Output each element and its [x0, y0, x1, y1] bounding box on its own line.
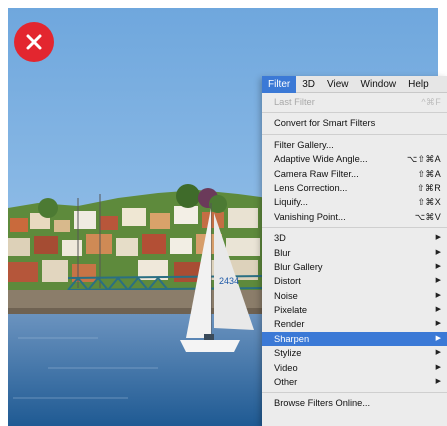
submenu-arrow-icon: ▶: [435, 306, 441, 314]
submenu-arrow-icon: ▶: [435, 248, 441, 256]
separator: [262, 227, 447, 229]
submenu-arrow-icon: ▶: [435, 363, 441, 371]
menu-item-last-filter: Last Filter ^⌘F: [274, 97, 441, 107]
menu-window[interactable]: Window: [355, 76, 403, 93]
menu-item-stylize[interactable]: Stylize ▶: [262, 346, 447, 360]
submenu-arrow-icon: ▶: [435, 262, 441, 270]
menu-item-vanishing-point[interactable]: Vanishing Point... ⌥⌘V: [262, 210, 447, 224]
menu-view[interactable]: View: [321, 76, 355, 93]
close-badge[interactable]: [14, 22, 54, 62]
menubar: Filter 3D View Window Help: [262, 76, 447, 93]
menu-item-blur[interactable]: Blur ▶: [262, 246, 447, 260]
menu-item-sharpen[interactable]: Sharpen ▶: [262, 331, 447, 347]
menu-help[interactable]: Help: [402, 76, 435, 93]
menu-item-noise[interactable]: Noise ▶: [262, 289, 447, 303]
submenu-arrow-icon: ▶: [435, 349, 441, 357]
separator: [262, 133, 447, 135]
menu-item-lens-correction[interactable]: Lens Correction... ⇧⌘R: [262, 181, 447, 195]
submenu-arrow-icon: ▶: [435, 277, 441, 285]
menu-item-blur-gallery[interactable]: Blur Gallery ▶: [262, 260, 447, 274]
submenu-arrow-icon: ▶: [435, 320, 441, 328]
menu-item-filter-gallery[interactable]: Filter Gallery...: [262, 138, 447, 152]
menu-item-adaptive-wide-angle[interactable]: Adaptive Wide Angle... ⌥⇧⌘A: [262, 152, 447, 166]
menu-item-other[interactable]: Other ▶: [262, 375, 447, 389]
separator: [262, 112, 447, 114]
menu-item-browse-filters-online[interactable]: Browse Filters Online...: [262, 396, 447, 410]
menu-item-convert-smart-filters[interactable]: Convert for Smart Filters: [262, 116, 447, 130]
menu-item-liquify[interactable]: Liquify... ⇧⌘X: [262, 195, 447, 209]
menu-item-distort[interactable]: Distort ▶: [262, 274, 447, 288]
submenu-arrow-icon: ▶: [435, 234, 441, 242]
submenu-arrow-icon: ▶: [435, 291, 441, 299]
close-icon: [26, 34, 42, 50]
photoshop-menu: Filter 3D View Window Help Last Filter ^…: [262, 76, 447, 426]
menu-item-pixelate[interactable]: Pixelate ▶: [262, 303, 447, 317]
menu-item-video[interactable]: Video ▶: [262, 361, 447, 375]
submenu-arrow-icon: ▶: [435, 334, 441, 342]
separator: [262, 392, 447, 394]
submenu-arrow-icon: ▶: [435, 378, 441, 386]
menu-filter[interactable]: Filter: [262, 76, 297, 93]
filter-dropdown: Last Filter ^⌘F Convert for Smart Filter…: [262, 93, 447, 411]
menu-item-3d[interactable]: 3D ▶: [262, 231, 447, 245]
menu-item-camera-raw-filter[interactable]: Camera Raw Filter... ⇧⌘A: [262, 167, 447, 181]
sail-number: 2434: [219, 276, 239, 286]
menu-item-render[interactable]: Render ▶: [262, 317, 447, 331]
menu-3d[interactable]: 3D: [296, 76, 321, 93]
